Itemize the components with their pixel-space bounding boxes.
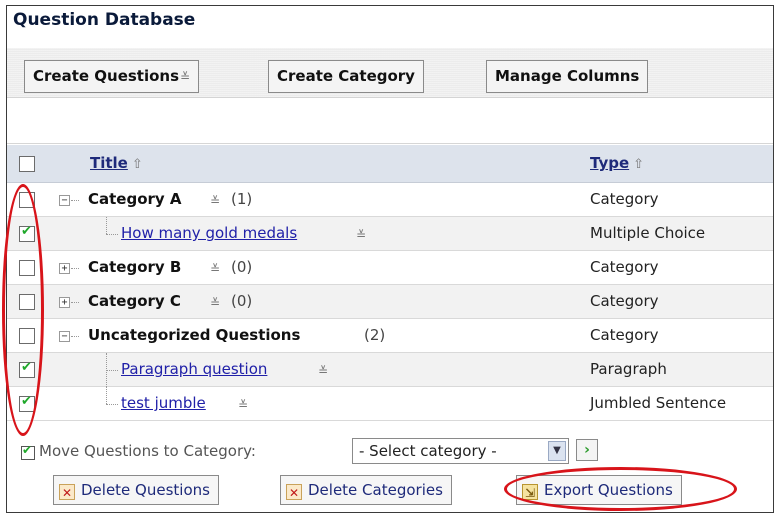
table-row: How many gold medals ≚ Multiple Choice	[7, 217, 773, 251]
menu-lines-icon[interactable]: ≚	[210, 296, 220, 310]
category-name: Category A	[88, 190, 182, 208]
go-arrow-icon: ›	[584, 442, 590, 458]
manage-columns-label: Manage Columns	[495, 67, 640, 85]
go-button[interactable]: ›	[576, 439, 598, 461]
menu-lines-icon: ≚	[180, 70, 191, 84]
sort-up-arrow-icon: ⇧	[131, 157, 143, 172]
delete-x-icon: ✕	[286, 484, 302, 500]
delete-questions-label: Delete Questions	[81, 481, 210, 499]
move-checkbox-icon	[21, 443, 35, 460]
create-category-button[interactable]: Create Category	[268, 60, 424, 93]
menu-lines-icon[interactable]: ≚	[210, 194, 220, 208]
table-row: − Uncategorized Questions (2) Category	[7, 319, 773, 353]
create-questions-label: Create Questions	[33, 67, 180, 85]
question-count: (0)	[231, 292, 253, 310]
row-type: Category	[590, 292, 659, 310]
table-row: + Category B ≚ (0) Category	[7, 251, 773, 285]
move-questions-label: Move Questions to Category:	[39, 442, 256, 460]
minus-box-icon[interactable]: −	[59, 195, 70, 206]
row-type: Category	[590, 190, 659, 208]
create-category-label: Create Category	[277, 67, 415, 85]
question-count: (0)	[231, 258, 253, 276]
menu-lines-icon[interactable]: ≚	[210, 262, 220, 276]
tree-connector	[106, 387, 107, 404]
toolbar-spacer	[7, 99, 773, 144]
title-column-label: Title	[90, 154, 128, 172]
sort-up-arrow-icon: ⇧	[633, 157, 645, 172]
type-column-header[interactable]: Type ⇧	[590, 154, 644, 172]
tree-connector	[71, 200, 79, 201]
category-select-value: - Select category -	[359, 442, 497, 460]
minus-box-icon[interactable]: −	[59, 331, 70, 342]
delete-categories-button[interactable]: ✕ Delete Categories	[280, 475, 452, 505]
tree-connector	[106, 234, 118, 235]
tree-connector	[71, 302, 79, 303]
menu-lines-icon[interactable]: ≚	[238, 398, 248, 412]
plus-box-icon[interactable]: +	[59, 297, 70, 308]
tree-connector	[71, 268, 79, 269]
select-all-checkbox[interactable]	[19, 156, 35, 172]
tree-connector	[106, 217, 107, 234]
menu-lines-icon[interactable]: ≚	[356, 228, 366, 242]
question-database-panel: Question Database Create Questions≚ Crea…	[6, 5, 774, 513]
title-column-header[interactable]: Title ⇧	[90, 154, 143, 172]
page-title: Question Database	[13, 10, 196, 30]
manage-columns-button[interactable]: Manage Columns	[486, 60, 649, 93]
row-type: Multiple Choice	[590, 224, 706, 242]
menu-lines-icon[interactable]: ≚	[318, 364, 328, 378]
category-name: Category B	[88, 258, 182, 276]
tree-connector	[106, 370, 118, 371]
tree-connector	[106, 404, 118, 405]
question-link[interactable]: Paragraph question	[121, 360, 267, 378]
row-type: Category	[590, 258, 659, 276]
delete-x-icon: ✕	[59, 484, 75, 500]
plus-box-icon[interactable]: +	[59, 263, 70, 274]
row-type: Category	[590, 326, 659, 344]
table-row: − Category A ≚ (1) Category	[7, 183, 773, 217]
annotation-oval-export	[504, 467, 737, 511]
question-link[interactable]: test jumble	[121, 394, 206, 412]
table-row: Paragraph question ≚ Paragraph	[7, 353, 773, 387]
table-header: Title ⇧ Type ⇧	[7, 145, 773, 183]
question-count: (1)	[231, 190, 253, 208]
category-name: Category C	[88, 292, 181, 310]
row-type: Jumbled Sentence	[590, 394, 727, 412]
delete-questions-button[interactable]: ✕ Delete Questions	[53, 475, 219, 505]
chevron-down-icon[interactable]: ▼	[548, 441, 566, 461]
toolbar: Create Questions≚ Create Category Manage…	[7, 48, 773, 98]
category-name: Uncategorized Questions	[88, 326, 301, 344]
annotation-oval-checkboxes	[2, 184, 44, 436]
type-column-label: Type	[590, 154, 630, 172]
table-row: test jumble ≚ Jumbled Sentence	[7, 387, 773, 421]
row-type: Paragraph	[590, 360, 667, 378]
table-row: + Category C ≚ (0) Category	[7, 285, 773, 319]
delete-categories-label: Delete Categories	[308, 481, 443, 499]
question-count: (2)	[364, 326, 386, 344]
tree-connector	[71, 336, 79, 337]
question-link[interactable]: How many gold medals	[121, 224, 297, 242]
category-select[interactable]: - Select category - ▼	[352, 438, 569, 464]
create-questions-button[interactable]: Create Questions≚	[24, 60, 200, 93]
